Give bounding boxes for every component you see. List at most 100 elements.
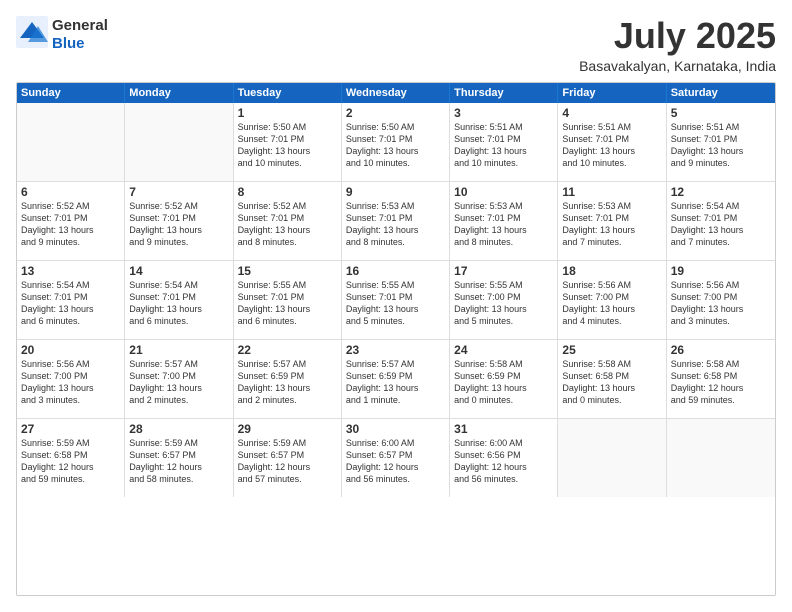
calendar-cell: 26Sunrise: 5:58 AM Sunset: 6:58 PM Dayli…: [667, 340, 775, 418]
header-cell-thursday: Thursday: [450, 83, 558, 103]
day-number: 27: [21, 422, 120, 436]
calendar-cell: 22Sunrise: 5:57 AM Sunset: 6:59 PM Dayli…: [234, 340, 342, 418]
day-number: 10: [454, 185, 553, 199]
day-number: 3: [454, 106, 553, 120]
day-number: 16: [346, 264, 445, 278]
day-number: 9: [346, 185, 445, 199]
calendar-week-3: 13Sunrise: 5:54 AM Sunset: 7:01 PM Dayli…: [17, 261, 775, 340]
day-number: 8: [238, 185, 337, 199]
header-cell-friday: Friday: [558, 83, 666, 103]
day-number: 21: [129, 343, 228, 357]
calendar-week-1: 1Sunrise: 5:50 AM Sunset: 7:01 PM Daylig…: [17, 103, 775, 182]
day-number: 2: [346, 106, 445, 120]
calendar-cell: 24Sunrise: 5:58 AM Sunset: 6:59 PM Dayli…: [450, 340, 558, 418]
logo-blue: Blue: [52, 35, 85, 52]
day-info: Sunrise: 5:53 AM Sunset: 7:01 PM Dayligh…: [454, 200, 553, 249]
location-title: Basavakalyan, Karnataka, India: [579, 58, 776, 74]
calendar-cell: [17, 103, 125, 181]
day-number: 29: [238, 422, 337, 436]
calendar-cell: 16Sunrise: 5:55 AM Sunset: 7:01 PM Dayli…: [342, 261, 450, 339]
calendar-body: 1Sunrise: 5:50 AM Sunset: 7:01 PM Daylig…: [17, 103, 775, 497]
day-info: Sunrise: 5:53 AM Sunset: 7:01 PM Dayligh…: [346, 200, 445, 249]
page-header: General Blue July 2025 Basavakalyan, Kar…: [16, 16, 776, 74]
calendar-cell: 28Sunrise: 5:59 AM Sunset: 6:57 PM Dayli…: [125, 419, 233, 497]
calendar-cell: 31Sunrise: 6:00 AM Sunset: 6:56 PM Dayli…: [450, 419, 558, 497]
calendar-cell: [558, 419, 666, 497]
day-number: 30: [346, 422, 445, 436]
logo-icon: [16, 16, 48, 48]
day-number: 28: [129, 422, 228, 436]
month-title: July 2025: [579, 16, 776, 56]
day-info: Sunrise: 5:57 AM Sunset: 6:59 PM Dayligh…: [238, 358, 337, 407]
day-info: Sunrise: 5:58 AM Sunset: 6:58 PM Dayligh…: [562, 358, 661, 407]
day-info: Sunrise: 5:58 AM Sunset: 6:59 PM Dayligh…: [454, 358, 553, 407]
day-number: 13: [21, 264, 120, 278]
day-info: Sunrise: 5:59 AM Sunset: 6:57 PM Dayligh…: [238, 437, 337, 486]
day-info: Sunrise: 5:51 AM Sunset: 7:01 PM Dayligh…: [562, 121, 661, 170]
calendar-cell: [667, 419, 775, 497]
calendar-cell: 4Sunrise: 5:51 AM Sunset: 7:01 PM Daylig…: [558, 103, 666, 181]
day-info: Sunrise: 5:55 AM Sunset: 7:01 PM Dayligh…: [238, 279, 337, 328]
day-info: Sunrise: 5:51 AM Sunset: 7:01 PM Dayligh…: [671, 121, 771, 170]
calendar-week-5: 27Sunrise: 5:59 AM Sunset: 6:58 PM Dayli…: [17, 419, 775, 497]
logo-general: General: [52, 17, 108, 34]
calendar-cell: 9Sunrise: 5:53 AM Sunset: 7:01 PM Daylig…: [342, 182, 450, 260]
day-info: Sunrise: 5:59 AM Sunset: 6:57 PM Dayligh…: [129, 437, 228, 486]
calendar-cell: 18Sunrise: 5:56 AM Sunset: 7:00 PM Dayli…: [558, 261, 666, 339]
calendar-cell: 7Sunrise: 5:52 AM Sunset: 7:01 PM Daylig…: [125, 182, 233, 260]
day-number: 31: [454, 422, 553, 436]
day-number: 11: [562, 185, 661, 199]
calendar-cell: 29Sunrise: 5:59 AM Sunset: 6:57 PM Dayli…: [234, 419, 342, 497]
calendar-cell: 20Sunrise: 5:56 AM Sunset: 7:00 PM Dayli…: [17, 340, 125, 418]
calendar-cell: 3Sunrise: 5:51 AM Sunset: 7:01 PM Daylig…: [450, 103, 558, 181]
calendar-cell: 10Sunrise: 5:53 AM Sunset: 7:01 PM Dayli…: [450, 182, 558, 260]
day-number: 7: [129, 185, 228, 199]
day-number: 18: [562, 264, 661, 278]
calendar-cell: 1Sunrise: 5:50 AM Sunset: 7:01 PM Daylig…: [234, 103, 342, 181]
day-number: 12: [671, 185, 771, 199]
day-info: Sunrise: 5:54 AM Sunset: 7:01 PM Dayligh…: [21, 279, 120, 328]
day-info: Sunrise: 6:00 AM Sunset: 6:56 PM Dayligh…: [454, 437, 553, 486]
calendar: SundayMondayTuesdayWednesdayThursdayFrid…: [16, 82, 776, 596]
day-number: 14: [129, 264, 228, 278]
day-info: Sunrise: 5:52 AM Sunset: 7:01 PM Dayligh…: [21, 200, 120, 249]
day-number: 23: [346, 343, 445, 357]
day-number: 15: [238, 264, 337, 278]
day-info: Sunrise: 6:00 AM Sunset: 6:57 PM Dayligh…: [346, 437, 445, 486]
calendar-cell: 14Sunrise: 5:54 AM Sunset: 7:01 PM Dayli…: [125, 261, 233, 339]
day-info: Sunrise: 5:57 AM Sunset: 6:59 PM Dayligh…: [346, 358, 445, 407]
day-info: Sunrise: 5:51 AM Sunset: 7:01 PM Dayligh…: [454, 121, 553, 170]
logo: General Blue: [16, 16, 108, 53]
day-info: Sunrise: 5:55 AM Sunset: 7:01 PM Dayligh…: [346, 279, 445, 328]
day-info: Sunrise: 5:56 AM Sunset: 7:00 PM Dayligh…: [21, 358, 120, 407]
calendar-cell: 12Sunrise: 5:54 AM Sunset: 7:01 PM Dayli…: [667, 182, 775, 260]
calendar-cell: 25Sunrise: 5:58 AM Sunset: 6:58 PM Dayli…: [558, 340, 666, 418]
day-number: 19: [671, 264, 771, 278]
calendar-header-row: SundayMondayTuesdayWednesdayThursdayFrid…: [17, 83, 775, 103]
title-section: July 2025 Basavakalyan, Karnataka, India: [579, 16, 776, 74]
header-cell-tuesday: Tuesday: [234, 83, 342, 103]
day-info: Sunrise: 5:50 AM Sunset: 7:01 PM Dayligh…: [346, 121, 445, 170]
header-cell-sunday: Sunday: [17, 83, 125, 103]
day-info: Sunrise: 5:56 AM Sunset: 7:00 PM Dayligh…: [562, 279, 661, 328]
day-number: 25: [562, 343, 661, 357]
day-number: 5: [671, 106, 771, 120]
day-number: 22: [238, 343, 337, 357]
calendar-cell: 23Sunrise: 5:57 AM Sunset: 6:59 PM Dayli…: [342, 340, 450, 418]
day-info: Sunrise: 5:54 AM Sunset: 7:01 PM Dayligh…: [129, 279, 228, 328]
day-info: Sunrise: 5:52 AM Sunset: 7:01 PM Dayligh…: [129, 200, 228, 249]
calendar-cell: [125, 103, 233, 181]
calendar-cell: 11Sunrise: 5:53 AM Sunset: 7:01 PM Dayli…: [558, 182, 666, 260]
day-info: Sunrise: 5:59 AM Sunset: 6:58 PM Dayligh…: [21, 437, 120, 486]
day-number: 1: [238, 106, 337, 120]
calendar-cell: 21Sunrise: 5:57 AM Sunset: 7:00 PM Dayli…: [125, 340, 233, 418]
calendar-cell: 6Sunrise: 5:52 AM Sunset: 7:01 PM Daylig…: [17, 182, 125, 260]
day-info: Sunrise: 5:53 AM Sunset: 7:01 PM Dayligh…: [562, 200, 661, 249]
day-info: Sunrise: 5:57 AM Sunset: 7:00 PM Dayligh…: [129, 358, 228, 407]
calendar-cell: 13Sunrise: 5:54 AM Sunset: 7:01 PM Dayli…: [17, 261, 125, 339]
day-info: Sunrise: 5:50 AM Sunset: 7:01 PM Dayligh…: [238, 121, 337, 170]
calendar-week-4: 20Sunrise: 5:56 AM Sunset: 7:00 PM Dayli…: [17, 340, 775, 419]
day-number: 6: [21, 185, 120, 199]
day-number: 24: [454, 343, 553, 357]
header-cell-wednesday: Wednesday: [342, 83, 450, 103]
